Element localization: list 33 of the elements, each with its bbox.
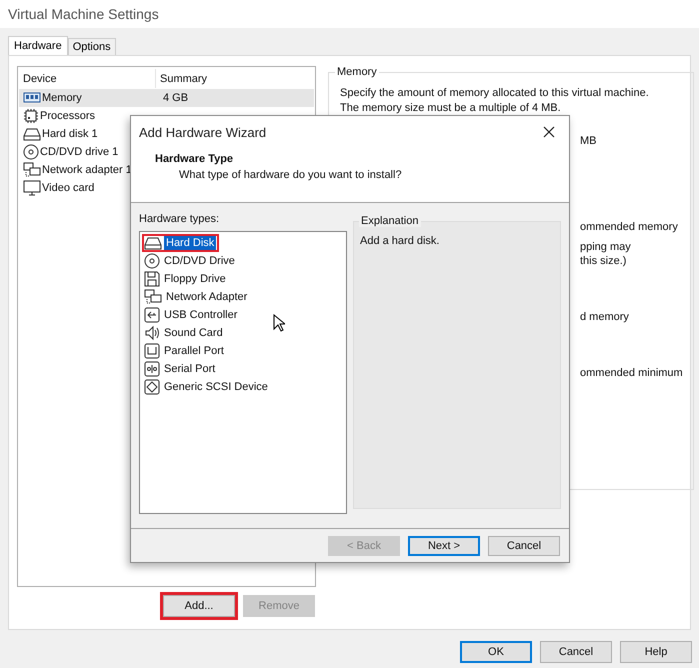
group-title: Explanation bbox=[359, 215, 420, 227]
hardware-type-label: USB Controller bbox=[163, 308, 238, 322]
unit-label: MB bbox=[580, 135, 596, 147]
memory-info-text: d memory bbox=[580, 310, 630, 324]
device-name: Processors bbox=[40, 110, 96, 122]
hardware-type-label: Network Adapter bbox=[165, 290, 248, 304]
hardware-type-label: Hard Disk bbox=[164, 236, 216, 250]
hardware-type-label: Sound Card bbox=[163, 326, 224, 340]
list-label: Hardware types: bbox=[139, 213, 220, 227]
window-title: Virtual Machine Settings bbox=[8, 6, 159, 22]
hardware-type-label: CD/DVD Drive bbox=[163, 254, 236, 268]
memory-info-text: ommended minimum bbox=[580, 366, 683, 380]
memory-info-text: this size.) bbox=[580, 254, 628, 268]
column-header: Summary bbox=[155, 69, 208, 88]
hardware-type-label: Generic SCSI Device bbox=[163, 380, 269, 394]
hardware-type-label: Parallel Port bbox=[163, 344, 225, 358]
dialog-title: Add Hardware Wizard bbox=[139, 124, 266, 140]
description-text: Specify the amount of memory allocated to this virtual machine. bbox=[340, 86, 650, 101]
step-description: What type of hardware do you want to install? bbox=[179, 169, 403, 181]
hardware-type-label: Floppy Drive bbox=[163, 272, 227, 286]
column-header: Device bbox=[22, 72, 58, 84]
device-name: Video card bbox=[42, 182, 94, 194]
group-title: Memory bbox=[335, 66, 379, 78]
step-heading: Hardware Type bbox=[155, 153, 234, 165]
device-name: CD/DVD drive 1 bbox=[40, 146, 118, 158]
hardware-type-label: Serial Port bbox=[163, 362, 216, 376]
device-name: Memory bbox=[42, 92, 82, 104]
explanation-text: Add a hard disk. bbox=[360, 235, 440, 247]
device-name: Hard disk 1 bbox=[42, 128, 98, 140]
memory-info-text: ommended memory bbox=[580, 220, 679, 234]
device-summary: 4 GB bbox=[162, 92, 188, 104]
description-text: The memory size must be a multiple of 4 MB. bbox=[340, 101, 562, 116]
memory-info-text: pping may bbox=[580, 240, 632, 254]
